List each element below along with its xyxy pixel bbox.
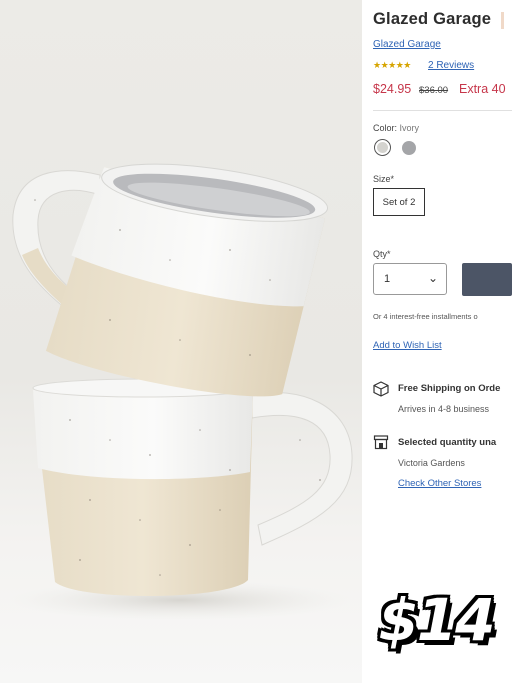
store-icon [373, 435, 389, 450]
add-to-basket-button[interactable] [462, 263, 512, 296]
title-overflow-marker [501, 12, 504, 29]
sale-price: $24.95 [373, 82, 412, 96]
price-overlay: $14 [362, 580, 510, 660]
reviews-link[interactable]: 2 Reviews [428, 60, 474, 71]
product-details-panel: Glazed Garage Glazed Garage ★★★★★ 2 Revi… [362, 0, 512, 496]
installments-text: Or 4 interest-free installments o [373, 312, 478, 321]
chevron-down-icon: ⌄ [427, 271, 438, 285]
divider [373, 110, 512, 111]
color-label: Color: Ivory [373, 123, 420, 133]
shipping-arrival: Arrives in 4-8 business [398, 404, 490, 414]
color-value: Ivory [399, 123, 420, 133]
extra-discount-label: Extra 40 [459, 82, 506, 96]
product-photo [0, 0, 362, 683]
check-other-stores-link[interactable]: Check Other Stores [398, 478, 481, 489]
original-price: $36.00 [419, 85, 449, 96]
store-availability-title: Selected quantity una [398, 437, 497, 448]
size-label: Size* [373, 174, 395, 184]
rating-stars-icon: ★★★★★ [373, 60, 411, 70]
quantity-label: Qty* [373, 249, 391, 259]
quantity-value: 1 [384, 273, 391, 285]
store-name: Victoria Gardens [398, 458, 465, 468]
brand-link[interactable]: Glazed Garage [373, 39, 441, 50]
swatch-ivory[interactable] [374, 139, 391, 156]
package-icon [373, 381, 389, 397]
add-to-wishlist-link[interactable]: Add to Wish List [373, 340, 442, 351]
size-option-button[interactable]: Set of 2 [373, 188, 425, 216]
mugs-illustration [10, 163, 353, 620]
product-title: Glazed Garage [373, 10, 492, 28]
price-overlay-text: $14 [378, 586, 495, 654]
swatch-grey[interactable] [402, 141, 416, 155]
quantity-select[interactable]: 1 ⌄ [373, 263, 447, 295]
shipping-title: Free Shipping on Orde [398, 383, 501, 394]
